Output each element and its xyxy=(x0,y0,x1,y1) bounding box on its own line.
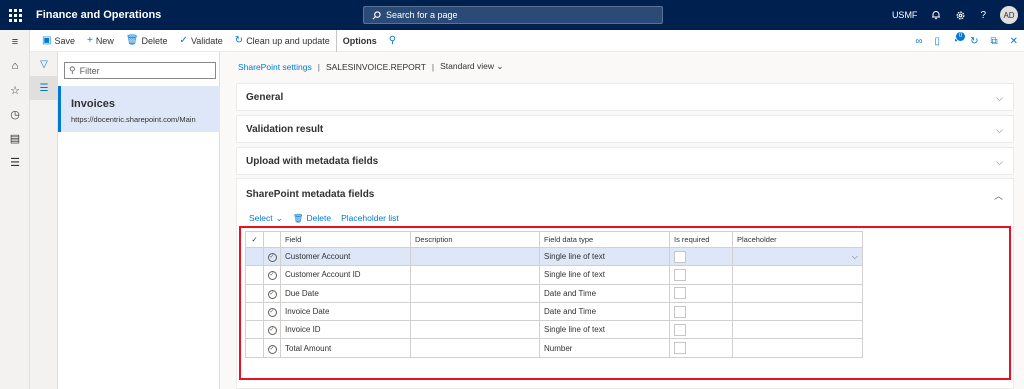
options-tab[interactable]: Options xyxy=(335,29,383,52)
fasttab-upload-metadata[interactable]: Upload with metadata fields ⌵ xyxy=(236,147,1014,175)
chevron-down-icon: ⌵ xyxy=(996,93,1003,103)
fasttab-validation-result[interactable]: Validation result ⌵ xyxy=(236,115,1014,143)
search-placeholder: Search for a page xyxy=(386,10,458,20)
office-icon[interactable]: ▯ xyxy=(935,36,941,47)
app-launcher-icon[interactable] xyxy=(0,0,30,30)
cleanup-button[interactable]: ↻ Clean up and update xyxy=(229,30,336,52)
filter-icon[interactable]: ▽ xyxy=(30,52,58,76)
highlight-box xyxy=(239,226,1011,380)
breadcrumb-separator-2: | xyxy=(431,61,435,72)
delete-label: Delete xyxy=(141,35,168,46)
details-pane: SharePoint settings | SALESINVOICE.REPOR… xyxy=(220,52,1024,389)
bell-icon[interactable] xyxy=(931,10,941,20)
save-button[interactable]: ▣ Save xyxy=(36,30,81,52)
fasttab-general-label: General xyxy=(246,91,284,103)
app-title[interactable]: Finance and Operations xyxy=(36,9,161,21)
list-item[interactable]: Invoices https://docentric.sharepoint.co… xyxy=(58,86,220,132)
filter-search-icon: ⚲ xyxy=(69,65,76,75)
notification-badge: 0 xyxy=(956,31,966,41)
list-toolbar: ▽ ☰ xyxy=(30,52,58,389)
new-label: New xyxy=(95,35,114,46)
refresh-icon: ↻ xyxy=(234,34,244,46)
clock-icon[interactable]: ◷ xyxy=(0,102,30,126)
company-picker[interactable]: USMF xyxy=(892,10,918,20)
filter-input[interactable]: ⚲ Filter xyxy=(64,62,216,79)
home-icon[interactable]: ⌂ xyxy=(0,54,30,78)
list-pane: ⚲ Filter Invoices https://docentric.shar… xyxy=(58,52,220,389)
chevron-down-icon: ⌵ xyxy=(996,125,1003,135)
grid-delete-label: Delete xyxy=(306,213,332,223)
save-icon: ▣ xyxy=(42,34,52,46)
fasttab-sharepoint-label: SharePoint metadata fields xyxy=(246,188,375,200)
validate-label: Validate xyxy=(190,35,223,46)
chevron-down-icon: ⌄ xyxy=(496,61,504,71)
placeholder-list-button[interactable]: Placeholder list xyxy=(341,213,399,223)
view-label: Standard view xyxy=(440,61,495,71)
cleanup-label: Clean up and update xyxy=(246,35,330,46)
trash-icon: 🗑 xyxy=(292,212,304,223)
close-icon[interactable]: ✕ xyxy=(1010,36,1018,47)
select-button[interactable]: Select ⌄ xyxy=(249,213,283,224)
chevron-up-icon: ︿ xyxy=(993,191,1003,201)
fasttab-upload-label: Upload with metadata fields xyxy=(246,155,379,167)
avatar[interactable]: AD xyxy=(1000,6,1018,24)
search-icon xyxy=(372,10,381,19)
gear-icon[interactable] xyxy=(955,10,966,21)
save-label: Save xyxy=(54,35,75,46)
action-search-icon[interactable]: ⚲ xyxy=(383,30,402,52)
fasttab-validation-label: Validation result xyxy=(246,123,324,135)
grid-toolbar: Select ⌄ 🗑 Delete Placeholder list xyxy=(237,211,399,225)
list-item-url: https://docentric.sharepoint.com/Main xyxy=(71,115,196,124)
search-box[interactable]: Search for a page xyxy=(363,6,663,24)
checkmark-icon: ✓ xyxy=(179,34,188,46)
action-pane: ▣ Save + New 🗑 Delete ✓ Validate ↻ Clean up a… xyxy=(30,29,1024,52)
open-new-window-icon[interactable]: ⧉ xyxy=(990,36,997,47)
help-icon[interactable]: ? xyxy=(980,10,986,21)
breadcrumb-record: SALESINVOICE.REPORT xyxy=(325,61,426,72)
breadcrumb-separator: | xyxy=(317,61,320,72)
refresh-page-icon[interactable]: ↻ xyxy=(970,36,978,47)
select-label: Select xyxy=(249,213,273,223)
modules-list-icon[interactable]: ☰ xyxy=(0,150,30,174)
top-nav-bar: Finance and Operations Search for a page… xyxy=(0,0,1024,30)
view-selector[interactable]: Standard view ⌄ xyxy=(440,61,503,72)
validate-button[interactable]: ✓ Validate xyxy=(174,30,229,52)
link-icon[interactable]: ∞ xyxy=(915,36,922,47)
left-navigation: ≡ ⌂ ☆ ◷ ▤ ☰ xyxy=(0,30,30,389)
workspace-icon[interactable]: ▤ xyxy=(0,126,30,150)
star-icon[interactable]: ☆ xyxy=(0,78,30,102)
fasttab-sharepoint-header[interactable]: SharePoint metadata fields ︿ xyxy=(237,179,1013,209)
breadcrumb-page-link[interactable]: SharePoint settings xyxy=(238,62,312,72)
grid-delete-button[interactable]: 🗑 Delete xyxy=(293,213,331,224)
trash-icon: 🗑 xyxy=(125,34,139,46)
filter-placeholder: Filter xyxy=(79,65,100,76)
notifications-icon[interactable]: ◔ 0 xyxy=(952,31,966,47)
chevron-down-icon: ⌵ xyxy=(996,157,1003,167)
hamburger-icon[interactable]: ≡ xyxy=(0,30,30,54)
plus-icon: + xyxy=(86,34,93,46)
breadcrumb: SharePoint settings | SALESINVOICE.REPOR… xyxy=(238,61,504,72)
fasttab-general[interactable]: General ⌵ xyxy=(236,83,1014,111)
list-item-title: Invoices xyxy=(71,98,116,110)
new-button[interactable]: + New xyxy=(81,30,120,52)
chevron-down-icon: ⌄ xyxy=(275,212,283,223)
delete-button[interactable]: 🗑 Delete xyxy=(120,30,174,52)
list-view-icon[interactable]: ☰ xyxy=(30,76,58,100)
fasttab-sharepoint-metadata: SharePoint metadata fields ︿ Select ⌄ 🗑 De… xyxy=(236,178,1014,389)
